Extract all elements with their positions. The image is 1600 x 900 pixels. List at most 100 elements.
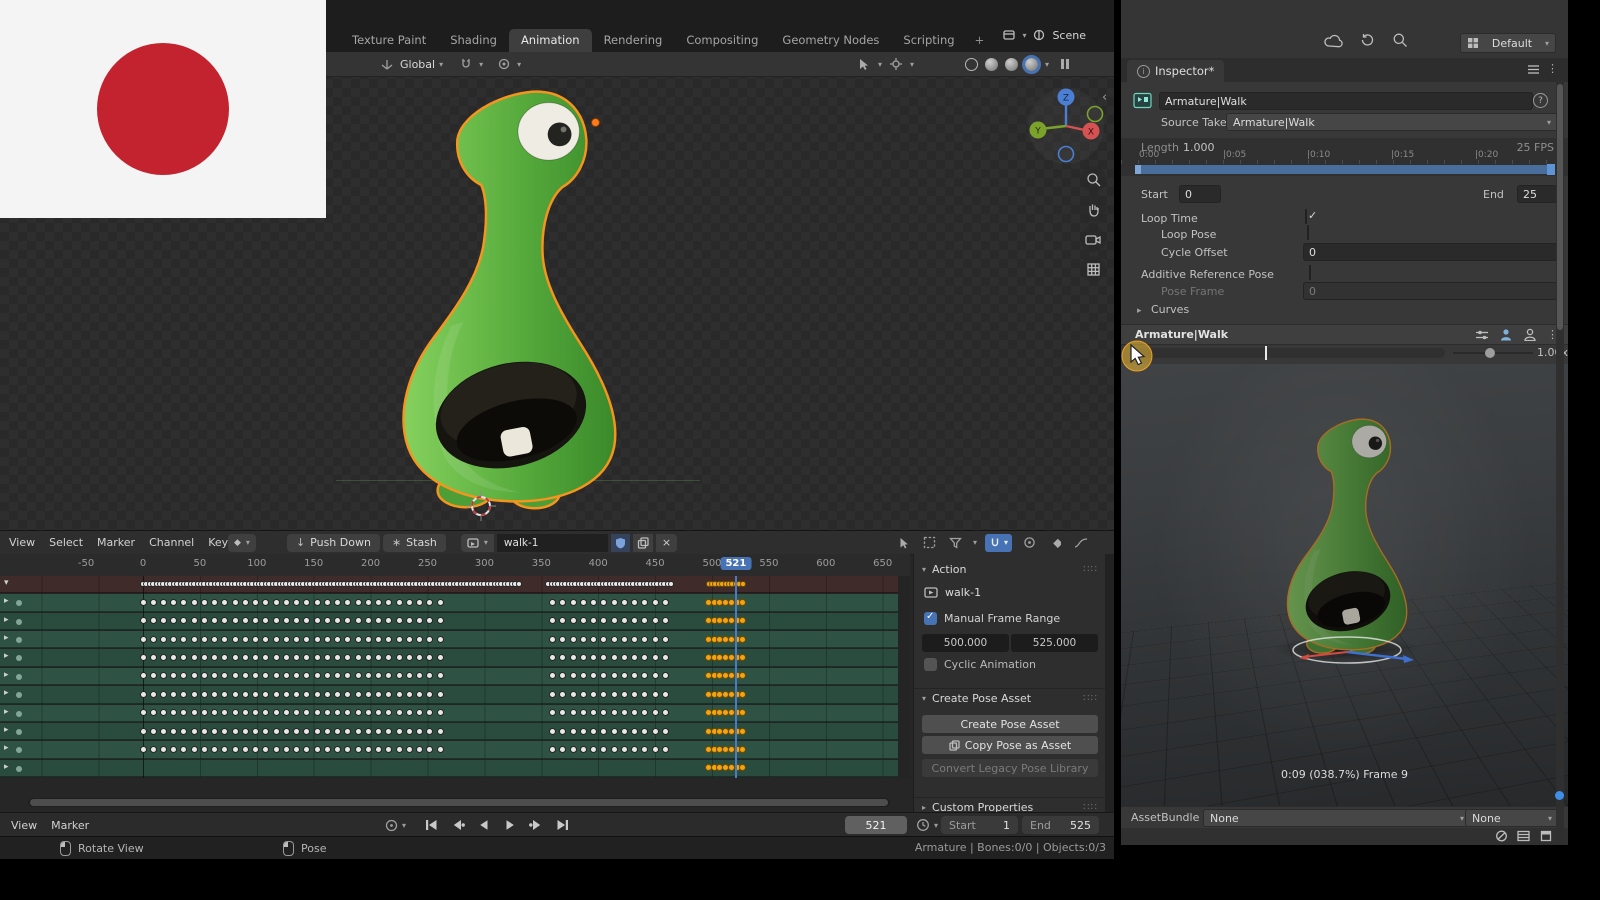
keyframe[interactable] (405, 654, 413, 662)
keyframe[interactable] (559, 654, 567, 662)
copy-action-button[interactable] (632, 533, 653, 552)
keyframe[interactable] (241, 727, 249, 735)
keyframe[interactable] (262, 635, 270, 643)
keyframe[interactable] (590, 599, 598, 607)
keyframe[interactable] (221, 727, 229, 735)
keyframe[interactable] (600, 745, 608, 753)
keyframe[interactable] (190, 745, 198, 753)
keyframe[interactable] (631, 635, 639, 643)
keyframe[interactable] (180, 745, 188, 753)
keyframe[interactable] (426, 672, 434, 680)
avatar-person-icon[interactable] (1499, 328, 1513, 341)
keyframe[interactable] (590, 617, 598, 625)
keyframe[interactable] (436, 635, 444, 643)
keyframe[interactable] (159, 709, 167, 717)
model-person-icon[interactable] (1523, 328, 1537, 341)
keyframe[interactable] (631, 690, 639, 698)
keyframe[interactable] (272, 709, 280, 717)
keyframe[interactable] (661, 745, 669, 753)
keyframe[interactable] (631, 617, 639, 625)
keyframe[interactable] (159, 672, 167, 680)
inspector-tab[interactable]: i Inspector* (1127, 60, 1225, 82)
shading-solid-icon[interactable] (984, 57, 998, 71)
keyframe[interactable] (241, 745, 249, 753)
keyframe[interactable] (436, 617, 444, 625)
dopesheet-select-icon[interactable] (895, 534, 913, 552)
keyframe[interactable] (549, 727, 557, 735)
keyframe[interactable] (231, 690, 239, 698)
workspace-tab-scripting[interactable]: Scripting (891, 29, 966, 52)
keyframe[interactable] (569, 690, 577, 698)
source-take-dropdown[interactable]: Armature|Walk ▾ (1226, 113, 1558, 131)
jump-start-button[interactable] (420, 816, 444, 834)
keyframe[interactable] (170, 709, 178, 717)
keyframe[interactable] (190, 635, 198, 643)
keyframe[interactable] (293, 745, 301, 753)
keyframe[interactable] (231, 617, 239, 625)
keyframe[interactable] (395, 599, 403, 607)
keyframe[interactable] (344, 672, 352, 680)
playback-sync-icon[interactable] (382, 816, 400, 834)
keyframe[interactable] (385, 599, 393, 607)
camera-view-icon[interactable] (1080, 226, 1106, 252)
keyframe[interactable] (262, 672, 270, 680)
keyframe[interactable] (579, 654, 587, 662)
keyframe[interactable] (364, 599, 372, 607)
keyframe[interactable] (515, 581, 522, 588)
keyframe[interactable] (149, 617, 157, 625)
inspector-scrollbar[interactable] (1556, 82, 1564, 845)
keyframe[interactable] (139, 690, 147, 698)
keyframe[interactable] (631, 672, 639, 680)
keyframe[interactable] (620, 727, 628, 735)
keyframe[interactable] (149, 635, 157, 643)
keyframe[interactable] (241, 672, 249, 680)
keyframe[interactable] (569, 672, 577, 680)
keyframe[interactable] (231, 709, 239, 717)
keyframe[interactable] (600, 654, 608, 662)
keyframe[interactable] (323, 709, 331, 717)
keyframe[interactable] (610, 745, 618, 753)
keyframe[interactable] (344, 654, 352, 662)
panel-custom-properties-header[interactable]: ▸ Custom Properties ∷∷ (914, 797, 1106, 813)
manual-frame-range-checkbox[interactable] (924, 611, 937, 625)
keyframe[interactable] (395, 617, 403, 625)
filter-funnel-icon[interactable] (947, 534, 965, 552)
keyframe-selected[interactable] (739, 764, 747, 772)
keyframe[interactable] (590, 745, 598, 753)
keyframe[interactable] (620, 599, 628, 607)
clip-name-field[interactable]: Armature|Walk (1159, 92, 1533, 110)
channel-expand-icon[interactable]: ▸ (4, 615, 9, 625)
keyframe[interactable] (139, 727, 147, 735)
maximize-icon[interactable] (1540, 830, 1552, 842)
keyframe[interactable] (170, 599, 178, 607)
keyframe[interactable] (313, 745, 321, 753)
keyframe[interactable] (170, 672, 178, 680)
keyframe[interactable] (405, 635, 413, 643)
keyframe[interactable] (354, 745, 362, 753)
keyframe[interactable] (159, 745, 167, 753)
snap-caret-icon[interactable]: ▾ (479, 60, 483, 69)
keyframe[interactable] (293, 654, 301, 662)
keyframe[interactable] (651, 599, 659, 607)
keyframe[interactable] (211, 654, 219, 662)
keyframe[interactable] (375, 745, 383, 753)
proportional-caret-icon[interactable]: ▾ (517, 60, 521, 69)
keyframe[interactable] (375, 690, 383, 698)
keyframe[interactable] (303, 635, 311, 643)
keyframe[interactable] (651, 617, 659, 625)
keyframe[interactable] (303, 745, 311, 753)
keyframe[interactable] (610, 654, 618, 662)
keyframe[interactable] (180, 709, 188, 717)
keyframe[interactable] (620, 745, 628, 753)
keyframe[interactable] (600, 672, 608, 680)
keyframe[interactable] (252, 599, 260, 607)
range-start-field[interactable]: 500.000 (922, 634, 1009, 652)
keyframe[interactable] (180, 635, 188, 643)
keyframe[interactable] (395, 635, 403, 643)
proportional-edit-icon[interactable] (495, 55, 513, 73)
dopesheet-vscrollbar[interactable] (1105, 554, 1114, 813)
keyframe[interactable] (200, 690, 208, 698)
keyframe[interactable] (231, 599, 239, 607)
stash-button[interactable]: ∗ Stash (382, 533, 446, 552)
keyframe[interactable] (549, 599, 557, 607)
